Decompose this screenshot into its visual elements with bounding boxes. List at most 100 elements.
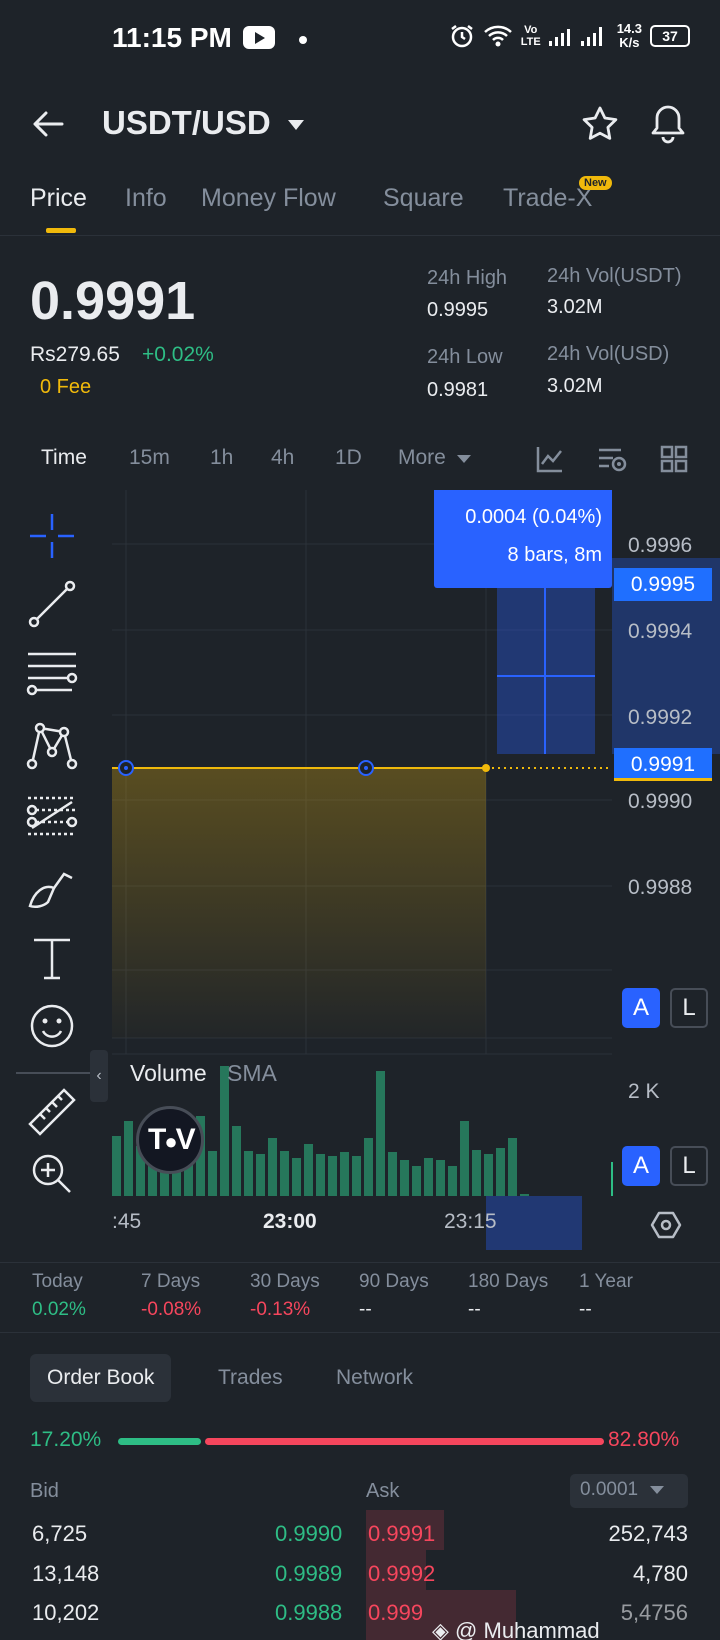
precision-value: 0.0001	[580, 1479, 639, 1500]
volume-bar	[400, 1160, 409, 1196]
bid-header: Bid	[30, 1480, 59, 1502]
bid-ratio-bar	[118, 1438, 201, 1445]
notification-dot-icon	[299, 36, 307, 44]
volume-bar	[268, 1138, 277, 1196]
volume-bar	[520, 1194, 529, 1196]
ask-ratio: 82.80%	[608, 1428, 680, 1451]
volume-bar	[124, 1121, 133, 1196]
bell-icon[interactable]	[648, 102, 688, 144]
volume-bar	[232, 1126, 241, 1196]
tab-money-flow[interactable]: Money Flow	[201, 184, 336, 213]
volume-bar	[388, 1152, 397, 1196]
layout-grid-icon[interactable]	[660, 445, 688, 473]
last-price: 0.9991	[30, 271, 196, 331]
auto-scale-button[interactable]: A	[622, 988, 660, 1028]
price-change: +0.02%	[142, 343, 214, 366]
time-axis-label: 23:00	[263, 1210, 317, 1233]
low-value: 0.9981	[427, 379, 489, 401]
high-label: 24h High	[427, 267, 508, 289]
volume-bar	[304, 1144, 313, 1196]
status-bar: 11:15 PM Vo LTE 14.3 K/s 37	[0, 0, 720, 80]
prediction-icon[interactable]	[24, 788, 80, 844]
table-row[interactable]: 13,148 0.9989 0.9992 4,780	[0, 1555, 720, 1595]
tab-trades[interactable]: Trades	[201, 1354, 300, 1402]
volume-bar	[460, 1121, 469, 1196]
perf-label: 7 Days	[141, 1271, 201, 1292]
star-icon[interactable]	[580, 104, 620, 144]
volte-icon: Vo LTE	[520, 24, 541, 48]
indicator-icon[interactable]	[535, 444, 565, 474]
table-row[interactable]: 6,725 0.9990 0.9991 252,743	[0, 1515, 720, 1555]
pattern-icon[interactable]	[24, 716, 80, 772]
local-price: Rs279.65	[30, 343, 120, 366]
active-tab-indicator	[46, 228, 76, 233]
volume-bar	[496, 1148, 505, 1196]
volume-bar	[508, 1138, 517, 1196]
volume-axis-label: 2 K	[628, 1080, 660, 1103]
volume-log-button[interactable]: L	[670, 1146, 708, 1186]
toolbar-collapse-button[interactable]: ‹	[90, 1050, 108, 1102]
tab-info[interactable]: Info	[125, 184, 167, 213]
perf-value: 0.02%	[32, 1299, 86, 1320]
top-tabs: Price Info Money Flow Square Trade-X New	[0, 176, 720, 236]
precision-select[interactable]: 0.0001	[570, 1474, 688, 1508]
volume-bar	[364, 1138, 373, 1196]
chart-area[interactable]: ‹ 0.0004 (0.04%) 8 bars, 8m 0.9996 0.999…	[0, 490, 720, 1250]
vol-usdt-label: 24h Vol(USDT)	[547, 265, 682, 287]
table-row[interactable]: 10,202 0.9988 0.999 5,4756	[0, 1594, 720, 1634]
brush-icon[interactable]	[24, 860, 80, 916]
volume-bar	[112, 1136, 121, 1196]
new-badge: New	[579, 176, 612, 190]
low-label: 24h Low	[427, 346, 503, 368]
ask-qty: 5,4756	[620, 1600, 688, 1625]
caret-down-icon	[650, 1486, 665, 1494]
volume-auto-button[interactable]: A	[622, 1146, 660, 1186]
volume-bar	[244, 1151, 253, 1196]
tab-square[interactable]: Square	[383, 184, 464, 213]
price-axis-label: 0.9994	[628, 620, 693, 643]
timeframe-15m[interactable]: 15m	[129, 446, 170, 470]
tab-network[interactable]: Network	[319, 1354, 430, 1402]
timeframe-4h[interactable]: 4h	[271, 446, 294, 470]
fib-retracement-icon[interactable]	[24, 646, 80, 702]
vol-usdt-value: 3.02M	[547, 296, 603, 318]
volume-bar	[352, 1156, 361, 1196]
timeframe-more[interactable]: More	[398, 446, 472, 470]
caret-down-icon	[456, 455, 471, 463]
text-tool-icon[interactable]	[24, 930, 80, 986]
status-time: 11:15 PM	[112, 22, 232, 53]
vol-usd-value: 3.02M	[547, 375, 603, 397]
signal-icon	[548, 27, 602, 46]
tab-price[interactable]: Price	[30, 184, 87, 213]
volume-bar	[208, 1151, 217, 1196]
volume-bar	[328, 1156, 337, 1196]
time-axis-label: :45	[112, 1210, 142, 1233]
back-arrow-icon[interactable]	[30, 106, 66, 142]
ask-ratio-bar	[205, 1438, 604, 1445]
pair-selector[interactable]: USDT/USD	[102, 104, 306, 142]
volume-bar	[448, 1166, 457, 1196]
pair-title: USDT/USD	[102, 104, 271, 141]
chart-canvas[interactable]	[0, 490, 720, 1250]
perf-label: Today	[32, 1271, 83, 1292]
crosshair-icon[interactable]	[24, 508, 80, 564]
volume-bar	[376, 1071, 385, 1196]
timeframe-1h[interactable]: 1h	[210, 446, 233, 470]
timeframe-time[interactable]: Time	[41, 446, 87, 470]
chart-gear-icon[interactable]	[650, 1210, 682, 1240]
timeframe-1d[interactable]: 1D	[335, 446, 362, 470]
watermark: ◈ @ Muhammad	[432, 1618, 600, 1640]
chart-settings-icon[interactable]	[597, 446, 629, 474]
tab-order-book[interactable]: Order Book	[30, 1354, 172, 1402]
zoom-in-icon[interactable]	[24, 1146, 80, 1202]
volume-bar	[412, 1166, 421, 1196]
perf-value: -0.08%	[141, 1299, 202, 1320]
trend-line-icon[interactable]	[24, 576, 80, 632]
volume-title: Volume	[130, 1060, 207, 1086]
tab-trade-x[interactable]: Trade-X	[503, 184, 592, 213]
ruler-icon[interactable]	[24, 1084, 80, 1140]
emoji-icon[interactable]	[24, 998, 80, 1054]
more-label: More	[398, 446, 446, 469]
time-axis-label: 23:15	[444, 1210, 497, 1233]
log-scale-button[interactable]: L	[670, 988, 708, 1028]
